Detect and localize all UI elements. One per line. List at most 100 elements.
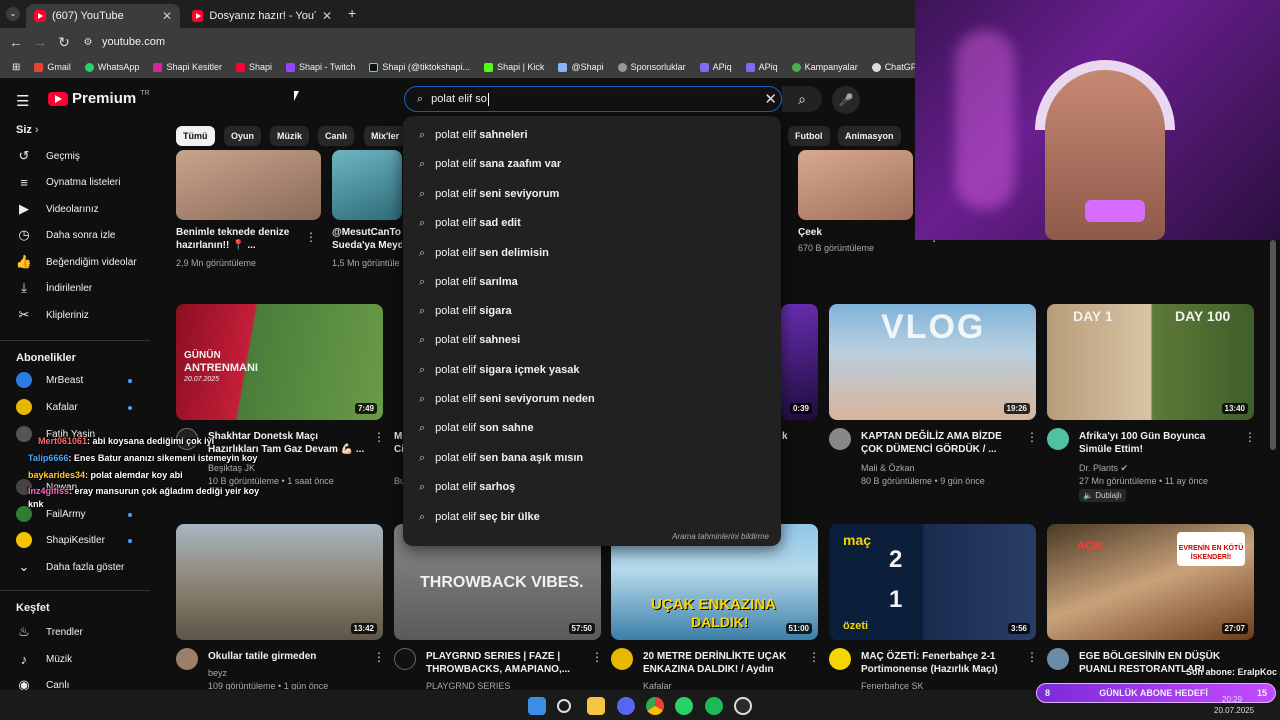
bookmark-whatsapp[interactable]: WhatsApp xyxy=(84,62,139,72)
video-thumbnail[interactable]: GÜNÜN ANTRENMANI 20.07.2025 7:49 xyxy=(176,304,383,420)
sidebar-item-your-videos[interactable]: ▶ Videolarınız xyxy=(16,199,99,219)
video-title[interactable]: 20 METRE DERİNLİKTE UÇAK ENKAZINA DALDIK!… xyxy=(643,650,828,676)
more-options-icon[interactable]: ⋮ xyxy=(1244,430,1256,444)
more-options-icon[interactable]: ⋮ xyxy=(305,230,317,244)
video-thumbnail[interactable]: AÇIK EVRENİN EN KÖTÜ İSKENDERİ! 27:07 xyxy=(1047,524,1254,640)
search-button[interactable]: ⌕ xyxy=(782,86,822,112)
channel-avatar[interactable] xyxy=(176,648,198,670)
chip-music[interactable]: Müzik xyxy=(270,126,310,146)
video-title[interactable]: KAPTAN DEĞİLİZ AMA BİZDE ÇOK DÜMENCİ GÖRD… xyxy=(861,430,1046,456)
suggestion-item[interactable]: ⌕ polat elif seni seviyorum neden xyxy=(419,389,595,409)
suggestion-item[interactable]: ⌕ polat elif son sahne xyxy=(419,418,534,438)
windows-start-icon[interactable] xyxy=(528,697,546,715)
search-input[interactable]: ⌕ polat elif so ✕ xyxy=(404,86,782,112)
whatsapp-icon[interactable] xyxy=(675,697,693,715)
sidebar-sub-failarmy[interactable]: FailArmy xyxy=(16,504,85,524)
chip-gaming[interactable]: Oyun xyxy=(224,126,262,146)
channel-avatar[interactable] xyxy=(1047,428,1069,450)
search-icon[interactable] xyxy=(557,699,571,713)
chip-live[interactable]: Canlı xyxy=(318,126,355,146)
video-title[interactable]: Okullar tatile girmeden xyxy=(208,650,393,663)
video-thumbnail[interactable]: 13:42 xyxy=(176,524,383,640)
channel-avatar[interactable] xyxy=(394,648,416,670)
video-thumbnail[interactable] xyxy=(798,150,913,220)
page-scrollbar[interactable] xyxy=(1270,240,1276,450)
discord-icon[interactable] xyxy=(617,697,635,715)
suggestion-item[interactable]: ⌕ polat elif sigara içmek yasak xyxy=(419,360,580,380)
tab-mp3[interactable]: Dosyanız hazır! - YouTube MP3 ✕ xyxy=(184,4,340,28)
bookmark-sponsorluklar[interactable]: Sponsorluklar xyxy=(617,62,686,72)
bookmark-kick[interactable]: Shapi | Kick xyxy=(484,62,544,72)
suggestion-item[interactable]: ⌕ polat elif sen bana aşık mısın xyxy=(419,448,583,468)
video-thumbnail[interactable] xyxy=(332,150,402,220)
suggestion-item[interactable]: ⌕ polat elif sad edit xyxy=(419,213,521,233)
voice-search-button[interactable]: 🎤 xyxy=(832,86,860,114)
tab-youtube[interactable]: (607) YouTube ✕ xyxy=(26,4,180,28)
sidebar-sub-mrbeast[interactable]: MrBeast xyxy=(16,370,83,390)
suggestion-item[interactable]: ⌕ polat elif seç bir ülke xyxy=(419,507,540,527)
bookmark-shapi[interactable]: @Shapi xyxy=(558,62,604,72)
suggestion-item[interactable]: ⌕ polat elif sahneleri xyxy=(419,125,528,145)
bookmark-apiq-1[interactable]: APiq xyxy=(699,62,732,72)
obs-icon[interactable] xyxy=(734,697,752,715)
suggestion-item[interactable]: ⌕ polat elif sigara xyxy=(419,301,512,321)
menu-icon[interactable]: ☰ xyxy=(16,92,29,110)
bookmark-twitch[interactable]: Shapi - Twitch xyxy=(286,62,355,72)
close-tab-icon[interactable]: ✕ xyxy=(162,9,172,23)
video-thumbnail[interactable]: DAY 1 DAY 100 13:40 xyxy=(1047,304,1254,420)
url-field[interactable]: youtube.com xyxy=(102,36,165,48)
more-options-icon[interactable]: ⋮ xyxy=(373,430,385,444)
video-title[interactable]: k xyxy=(782,430,792,443)
suggestion-item[interactable]: ⌕ polat elif sen delimisin xyxy=(419,243,549,263)
more-options-icon[interactable]: ⋮ xyxy=(1026,650,1038,664)
sidebar-item-liked-videos[interactable]: 👍 Beğendiğim videolar xyxy=(16,252,137,272)
report-predictions-link[interactable]: Arama tahminlerini bildirme xyxy=(672,532,769,541)
video-thumbnail[interactable]: maç 2 1 özeti 3:56 xyxy=(829,524,1036,640)
bookmark-chatgpt[interactable]: ChatGPT xyxy=(871,62,915,72)
sidebar-item-watch-later[interactable]: ◷ Daha sonra izle xyxy=(16,225,115,245)
bookmark-apiq-2[interactable]: APiq xyxy=(745,62,778,72)
chip-football[interactable]: Futbol xyxy=(788,126,830,146)
youtube-premium-logo[interactable]: Premium TR xyxy=(48,90,150,107)
reload-icon[interactable]: ↻ xyxy=(52,34,76,51)
channel-avatar[interactable] xyxy=(611,648,633,670)
tab-list-button[interactable]: ⌄ xyxy=(6,7,20,21)
video-thumbnail[interactable]: 0:39 xyxy=(781,304,818,420)
video-title[interactable]: @MesutCanTo Sueda'ya Meyd xyxy=(332,226,402,252)
chip-animation[interactable]: Animasyon xyxy=(838,126,901,146)
bookmark-youtube[interactable]: Shapi xyxy=(235,62,272,72)
forward-icon[interactable]: → xyxy=(28,34,52,50)
new-tab-icon[interactable]: + xyxy=(348,5,356,21)
sidebar-show-more[interactable]: ⌄ Daha fazla göster xyxy=(16,557,125,577)
bookmark-kampanyalar[interactable]: Kampanyalar xyxy=(791,62,858,72)
channel-avatar[interactable] xyxy=(1047,648,1069,670)
clear-search-icon[interactable]: ✕ xyxy=(764,90,777,108)
more-options-icon[interactable]: ⋮ xyxy=(808,650,820,664)
sidebar-item-playlists[interactable]: ≡ Oynatma listeleri xyxy=(16,172,120,192)
apps-icon[interactable]: ⊞ xyxy=(12,62,20,73)
channel-avatar[interactable] xyxy=(829,428,851,450)
chip-mixes[interactable]: Mix'ler xyxy=(364,126,407,146)
channel-avatar[interactable] xyxy=(829,648,851,670)
back-icon[interactable]: ← xyxy=(4,34,28,50)
spotify-icon[interactable] xyxy=(705,697,723,715)
chip-all[interactable]: Tümü xyxy=(176,126,215,146)
video-thumbnail[interactable] xyxy=(176,150,321,220)
sidebar-item-music[interactable]: ♪ Müzik xyxy=(16,649,72,669)
bookmark-gmail[interactable]: Gmail xyxy=(34,62,71,72)
suggestion-item[interactable]: ⌕ polat elif sana zaafım var xyxy=(419,154,561,174)
sidebar-item-trending[interactable]: ♨ Trendler xyxy=(16,622,83,642)
sidebar-item-clips[interactable]: ✂ Klipleriniz xyxy=(16,305,89,325)
more-options-icon[interactable]: ⋮ xyxy=(373,650,385,664)
bookmark-instagram[interactable]: Shapi Kesitler xyxy=(153,62,222,72)
video-title[interactable]: Afrika'yı 100 Gün Boyunca Simüle Ettim! xyxy=(1079,430,1264,456)
file-explorer-icon[interactable] xyxy=(587,697,605,715)
chrome-icon[interactable] xyxy=(646,697,664,715)
video-thumbnail[interactable]: VLOG 19:26 xyxy=(829,304,1036,420)
suggestion-item[interactable]: ⌕ polat elif sahnesi xyxy=(419,330,520,350)
sidebar-item-downloads[interactable]: ⤓ İndirilenler xyxy=(16,278,92,298)
video-title[interactable]: PLAYGRND SERIES | FAZE | THROWBACKS, AMAP… xyxy=(426,650,611,676)
close-tab-icon[interactable]: ✕ xyxy=(322,9,332,23)
suggestion-item[interactable]: ⌕ polat elif seni seviyorum xyxy=(419,184,559,204)
video-title[interactable]: MAÇ ÖZETİ: Fenerbahçe 2-1 Portimonense (H… xyxy=(861,650,1046,676)
